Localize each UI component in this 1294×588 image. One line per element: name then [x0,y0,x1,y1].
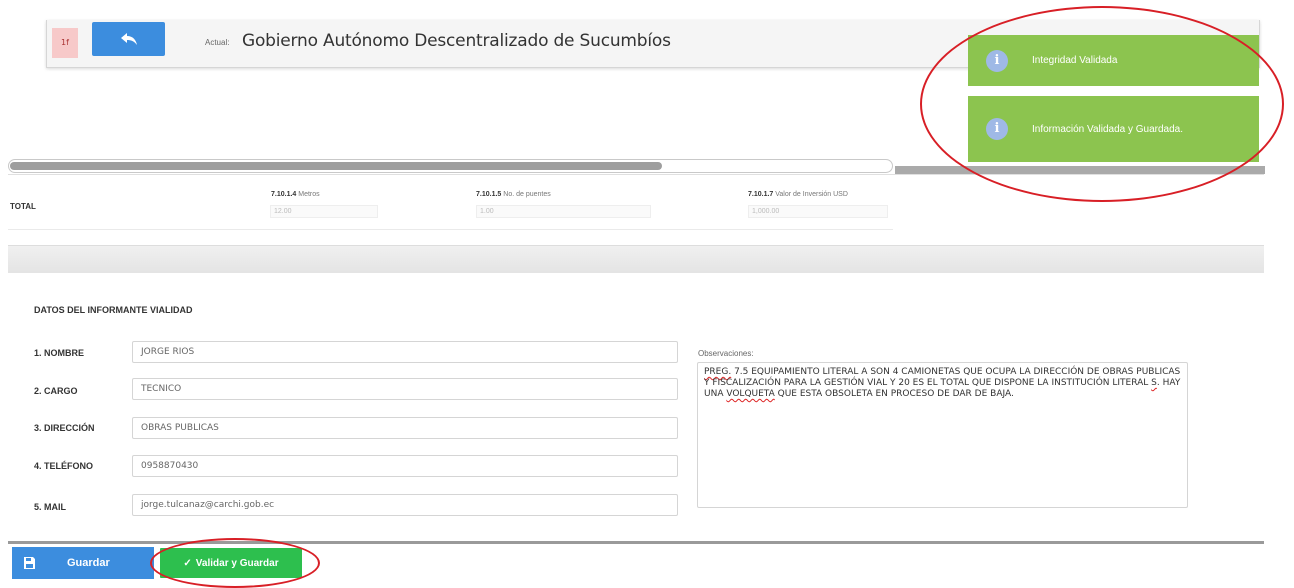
annotation-circle [920,6,1284,202]
total-label: TOTAL [10,202,36,211]
total-puentes-field: 1.00 [476,205,651,218]
column-code: 7.10.1.4 [271,191,297,198]
column-header-inversion: 7.10.1.7 Valor de Inversión USD [748,191,848,198]
field-label-nombre: 1. NOMBRE [34,348,85,358]
column-name: Metros [298,191,320,198]
observations-label: Observaciones: [698,349,754,358]
step-badge: 1f [52,28,78,58]
total-metros-field: 12.00 [270,205,378,218]
column-header-puentes: 7.10.1.5 No. de puentes [476,191,551,198]
observations-text: QUE ESTA OBSOLETA EN PROCESO DE DAR DE B… [774,389,1014,399]
actual-label: Actual: [205,38,230,47]
mail-input[interactable]: jorge.tulcanaz@carchi.gob.ec [132,494,678,516]
field-label-telefono: 4. TELÉFONO [34,461,94,471]
back-button[interactable] [92,22,165,56]
column-code: 7.10.1.7 [748,191,774,198]
annotation-circle [150,538,320,588]
section-title: DATOS DEL INFORMANTE VIALIDAD [34,305,193,315]
save-button-label: Guardar [67,557,110,569]
field-label-mail: 5. MAIL [34,502,67,512]
telefono-input[interactable]: 0958870430 [132,455,678,477]
divider [8,229,893,230]
total-inversion-field: 1,000.00 [748,205,888,218]
back-arrow-icon [120,33,137,45]
field-label-direccion: 3. DIRECCIÓN [34,423,95,433]
save-button[interactable]: Guardar [12,547,154,579]
scrollbar-thumb[interactable] [10,162,662,170]
column-code: 7.10.1.5 [476,191,502,198]
floppy-disk-icon [24,557,35,569]
misspelled-word: PREG. [704,367,732,377]
column-name: Valor de Inversión USD [775,191,848,198]
misspelled-word: VOLQUETA [726,389,775,399]
entity-title: Gobierno Autónomo Descentralizado de Suc… [242,31,671,51]
observations-textarea[interactable]: PREG. 7.5 EQUIPAMIENTO LITERAL A SON 4 C… [697,362,1188,508]
nombre-input[interactable]: JORGE RIOS [132,341,678,363]
column-name: No. de puentes [503,191,551,198]
cargo-input[interactable]: TECNICO [132,378,678,400]
field-label-cargo: 2. CARGO [34,386,78,396]
column-header-metros: 7.10.1.4 Metros [271,191,320,198]
section-divider [8,245,1264,273]
observations-text: 7.5 EQUIPAMIENTO LITERAL A SON 4 CAMIONE… [704,367,1181,388]
direccion-input[interactable]: OBRAS PUBLICAS [132,417,678,439]
